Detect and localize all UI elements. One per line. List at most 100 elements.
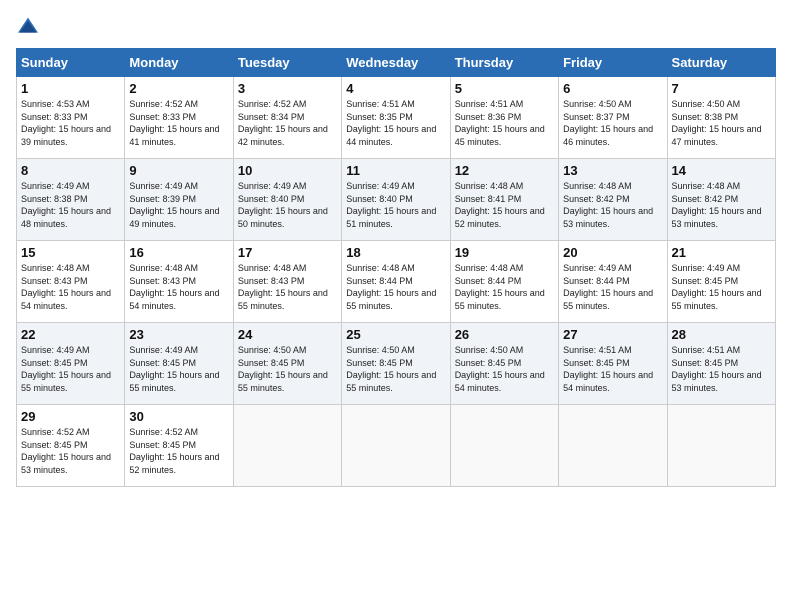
day-number: 7 bbox=[672, 81, 771, 96]
sunrise-text: Sunrise: 4:51 AM bbox=[672, 345, 741, 355]
sunset-text: Sunset: 8:36 PM bbox=[455, 112, 522, 122]
sunset-text: Sunset: 8:37 PM bbox=[563, 112, 630, 122]
sunset-text: Sunset: 8:38 PM bbox=[21, 194, 88, 204]
sunrise-text: Sunrise: 4:49 AM bbox=[563, 263, 632, 273]
day-number: 12 bbox=[455, 163, 554, 178]
calendar-week-row: 1 Sunrise: 4:53 AM Sunset: 8:33 PM Dayli… bbox=[17, 77, 776, 159]
day-number: 26 bbox=[455, 327, 554, 342]
calendar-week-row: 8 Sunrise: 4:49 AM Sunset: 8:38 PM Dayli… bbox=[17, 159, 776, 241]
day-number: 22 bbox=[21, 327, 120, 342]
daylight-text: Daylight: 15 hours and 53 minutes. bbox=[563, 206, 653, 229]
daylight-text: Daylight: 15 hours and 41 minutes. bbox=[129, 124, 219, 147]
day-number: 10 bbox=[238, 163, 337, 178]
sunrise-text: Sunrise: 4:52 AM bbox=[21, 427, 90, 437]
sunset-text: Sunset: 8:34 PM bbox=[238, 112, 305, 122]
logo-icon bbox=[16, 16, 40, 36]
sunrise-text: Sunrise: 4:48 AM bbox=[238, 263, 307, 273]
sunset-text: Sunset: 8:35 PM bbox=[346, 112, 413, 122]
daylight-text: Daylight: 15 hours and 48 minutes. bbox=[21, 206, 111, 229]
calendar-header-row: SundayMondayTuesdayWednesdayThursdayFrid… bbox=[17, 49, 776, 77]
calendar-cell: 7 Sunrise: 4:50 AM Sunset: 8:38 PM Dayli… bbox=[667, 77, 775, 159]
calendar-cell: 21 Sunrise: 4:49 AM Sunset: 8:45 PM Dayl… bbox=[667, 241, 775, 323]
day-number: 17 bbox=[238, 245, 337, 260]
weekday-header-thursday: Thursday bbox=[450, 49, 558, 77]
sunset-text: Sunset: 8:44 PM bbox=[563, 276, 630, 286]
sunset-text: Sunset: 8:45 PM bbox=[455, 358, 522, 368]
calendar-cell bbox=[559, 405, 667, 487]
sunrise-text: Sunrise: 4:48 AM bbox=[346, 263, 415, 273]
calendar-cell: 24 Sunrise: 4:50 AM Sunset: 8:45 PM Dayl… bbox=[233, 323, 341, 405]
calendar-cell: 28 Sunrise: 4:51 AM Sunset: 8:45 PM Dayl… bbox=[667, 323, 775, 405]
weekday-header-monday: Monday bbox=[125, 49, 233, 77]
sunrise-text: Sunrise: 4:48 AM bbox=[455, 181, 524, 191]
sunrise-text: Sunrise: 4:49 AM bbox=[346, 181, 415, 191]
calendar-cell: 22 Sunrise: 4:49 AM Sunset: 8:45 PM Dayl… bbox=[17, 323, 125, 405]
day-number: 29 bbox=[21, 409, 120, 424]
calendar-cell: 26 Sunrise: 4:50 AM Sunset: 8:45 PM Dayl… bbox=[450, 323, 558, 405]
day-number: 24 bbox=[238, 327, 337, 342]
sunrise-text: Sunrise: 4:52 AM bbox=[129, 99, 198, 109]
sunset-text: Sunset: 8:43 PM bbox=[21, 276, 88, 286]
calendar-cell bbox=[450, 405, 558, 487]
daylight-text: Daylight: 15 hours and 55 minutes. bbox=[129, 370, 219, 393]
sunset-text: Sunset: 8:43 PM bbox=[238, 276, 305, 286]
calendar-cell: 3 Sunrise: 4:52 AM Sunset: 8:34 PM Dayli… bbox=[233, 77, 341, 159]
daylight-text: Daylight: 15 hours and 55 minutes. bbox=[563, 288, 653, 311]
weekday-header-wednesday: Wednesday bbox=[342, 49, 450, 77]
calendar-week-row: 29 Sunrise: 4:52 AM Sunset: 8:45 PM Dayl… bbox=[17, 405, 776, 487]
calendar-cell: 19 Sunrise: 4:48 AM Sunset: 8:44 PM Dayl… bbox=[450, 241, 558, 323]
sunrise-text: Sunrise: 4:49 AM bbox=[129, 181, 198, 191]
sunset-text: Sunset: 8:45 PM bbox=[346, 358, 413, 368]
calendar-cell: 10 Sunrise: 4:49 AM Sunset: 8:40 PM Dayl… bbox=[233, 159, 341, 241]
sunrise-text: Sunrise: 4:52 AM bbox=[129, 427, 198, 437]
calendar-cell: 13 Sunrise: 4:48 AM Sunset: 8:42 PM Dayl… bbox=[559, 159, 667, 241]
day-number: 19 bbox=[455, 245, 554, 260]
daylight-text: Daylight: 15 hours and 46 minutes. bbox=[563, 124, 653, 147]
weekday-header-saturday: Saturday bbox=[667, 49, 775, 77]
calendar-cell: 25 Sunrise: 4:50 AM Sunset: 8:45 PM Dayl… bbox=[342, 323, 450, 405]
calendar-cell: 2 Sunrise: 4:52 AM Sunset: 8:33 PM Dayli… bbox=[125, 77, 233, 159]
sunset-text: Sunset: 8:38 PM bbox=[672, 112, 739, 122]
daylight-text: Daylight: 15 hours and 55 minutes. bbox=[238, 370, 328, 393]
daylight-text: Daylight: 15 hours and 51 minutes. bbox=[346, 206, 436, 229]
calendar-cell: 5 Sunrise: 4:51 AM Sunset: 8:36 PM Dayli… bbox=[450, 77, 558, 159]
day-number: 18 bbox=[346, 245, 445, 260]
sunrise-text: Sunrise: 4:48 AM bbox=[21, 263, 90, 273]
day-number: 27 bbox=[563, 327, 662, 342]
calendar-cell bbox=[342, 405, 450, 487]
calendar-cell: 4 Sunrise: 4:51 AM Sunset: 8:35 PM Dayli… bbox=[342, 77, 450, 159]
calendar-cell: 12 Sunrise: 4:48 AM Sunset: 8:41 PM Dayl… bbox=[450, 159, 558, 241]
day-number: 21 bbox=[672, 245, 771, 260]
day-number: 3 bbox=[238, 81, 337, 96]
daylight-text: Daylight: 15 hours and 53 minutes. bbox=[672, 206, 762, 229]
sunset-text: Sunset: 8:45 PM bbox=[129, 440, 196, 450]
calendar-cell: 23 Sunrise: 4:49 AM Sunset: 8:45 PM Dayl… bbox=[125, 323, 233, 405]
daylight-text: Daylight: 15 hours and 54 minutes. bbox=[455, 370, 545, 393]
calendar-cell: 29 Sunrise: 4:52 AM Sunset: 8:45 PM Dayl… bbox=[17, 405, 125, 487]
daylight-text: Daylight: 15 hours and 55 minutes. bbox=[672, 288, 762, 311]
daylight-text: Daylight: 15 hours and 54 minutes. bbox=[21, 288, 111, 311]
daylight-text: Daylight: 15 hours and 39 minutes. bbox=[21, 124, 111, 147]
calendar-week-row: 15 Sunrise: 4:48 AM Sunset: 8:43 PM Dayl… bbox=[17, 241, 776, 323]
sunrise-text: Sunrise: 4:48 AM bbox=[672, 181, 741, 191]
sunrise-text: Sunrise: 4:50 AM bbox=[346, 345, 415, 355]
day-number: 23 bbox=[129, 327, 228, 342]
sunset-text: Sunset: 8:40 PM bbox=[346, 194, 413, 204]
calendar-cell: 20 Sunrise: 4:49 AM Sunset: 8:44 PM Dayl… bbox=[559, 241, 667, 323]
daylight-text: Daylight: 15 hours and 53 minutes. bbox=[672, 370, 762, 393]
calendar-cell: 17 Sunrise: 4:48 AM Sunset: 8:43 PM Dayl… bbox=[233, 241, 341, 323]
calendar-cell bbox=[233, 405, 341, 487]
sunrise-text: Sunrise: 4:49 AM bbox=[21, 181, 90, 191]
day-number: 25 bbox=[346, 327, 445, 342]
sunrise-text: Sunrise: 4:50 AM bbox=[563, 99, 632, 109]
daylight-text: Daylight: 15 hours and 53 minutes. bbox=[21, 452, 111, 475]
sunset-text: Sunset: 8:43 PM bbox=[129, 276, 196, 286]
sunset-text: Sunset: 8:45 PM bbox=[129, 358, 196, 368]
sunset-text: Sunset: 8:33 PM bbox=[129, 112, 196, 122]
sunset-text: Sunset: 8:39 PM bbox=[129, 194, 196, 204]
calendar-cell: 1 Sunrise: 4:53 AM Sunset: 8:33 PM Dayli… bbox=[17, 77, 125, 159]
day-number: 9 bbox=[129, 163, 228, 178]
day-number: 13 bbox=[563, 163, 662, 178]
sunrise-text: Sunrise: 4:49 AM bbox=[129, 345, 198, 355]
day-number: 28 bbox=[672, 327, 771, 342]
